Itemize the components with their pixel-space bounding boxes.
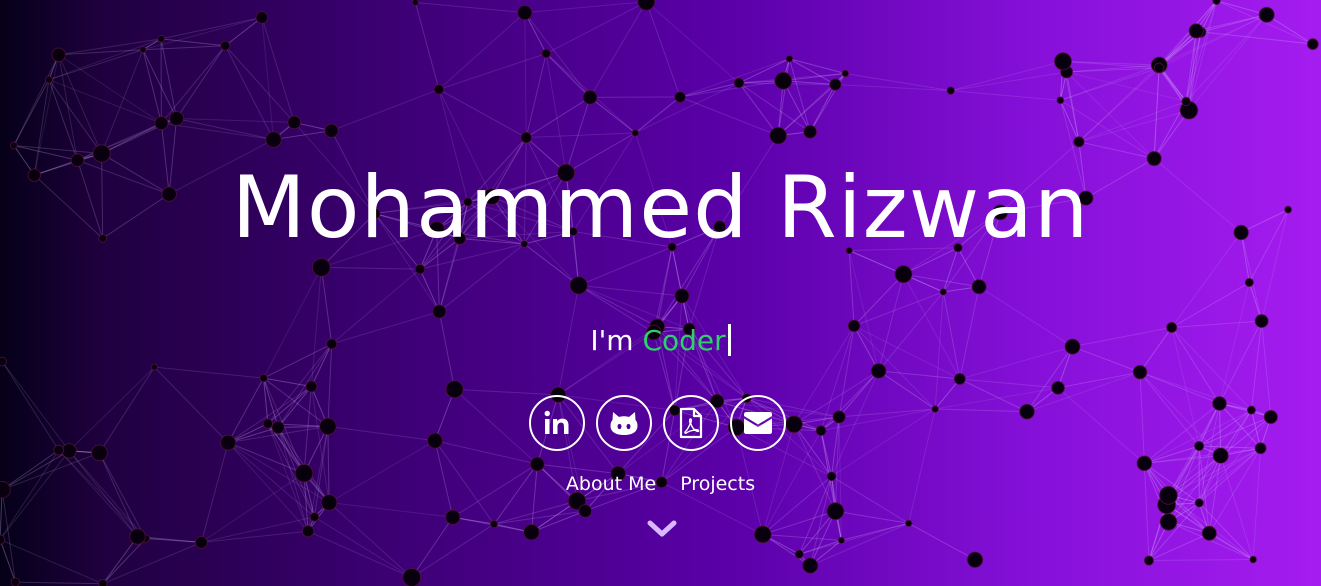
github-button[interactable] — [596, 395, 652, 451]
envelope-icon — [744, 412, 772, 434]
email-button[interactable] — [730, 395, 786, 451]
linkedin-icon — [544, 410, 569, 434]
hero-subtitle: I'm Coder — [0, 324, 1321, 357]
social-links — [529, 395, 786, 451]
hero-title: Mohammed Rizwan — [231, 158, 1090, 258]
resume-pdf-button[interactable] — [663, 395, 719, 451]
linkedin-button[interactable] — [529, 395, 585, 451]
intro-prefix: I'm — [590, 324, 643, 357]
github-icon — [610, 412, 638, 435]
projects-link[interactable]: Projects — [680, 473, 755, 495]
hero-section: Mohammed Rizwan I'm Coder About Me Proje… — [0, 0, 1321, 586]
pdf-icon — [679, 407, 703, 439]
chevron-down-icon[interactable] — [645, 517, 679, 543]
typing-cursor — [727, 324, 731, 356]
hero-nav: About Me Projects — [0, 473, 1321, 495]
typed-role: Coder — [642, 324, 726, 357]
about-me-link[interactable]: About Me — [566, 473, 656, 495]
